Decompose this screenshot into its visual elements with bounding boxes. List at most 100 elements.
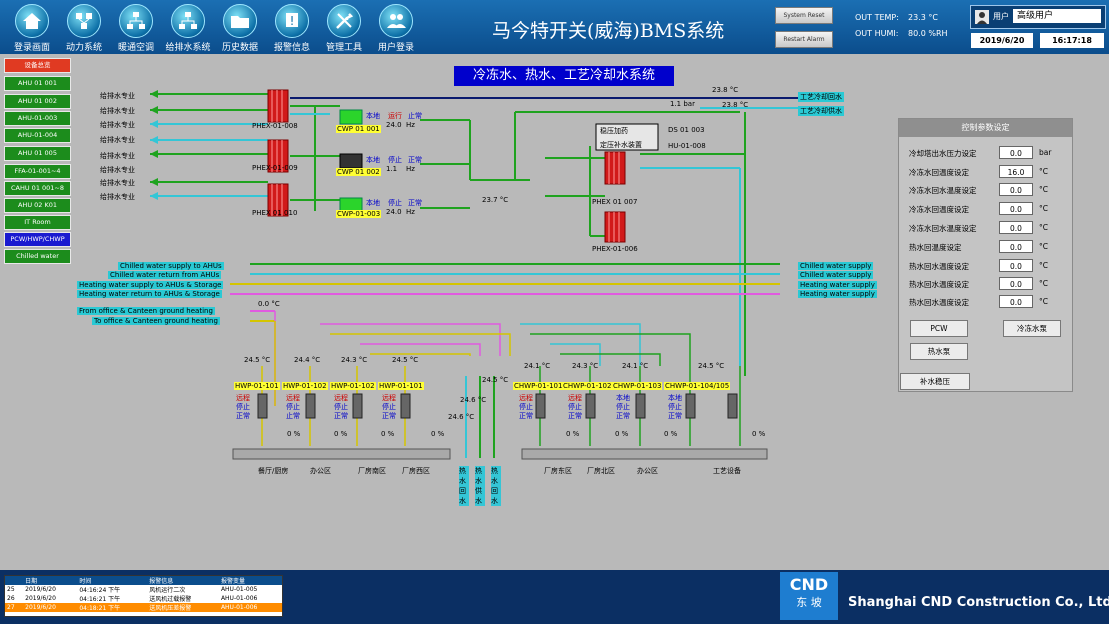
app-title: 马今特开关(威海)BMS系统 (492, 20, 725, 42)
zone-label: 厂房南区 (358, 467, 386, 475)
cwp-value: 24.0 (386, 208, 402, 216)
chwp-temp: 24.1 °C (524, 362, 551, 370)
line-label-chw-supply-right: Chilled water supply (798, 262, 874, 270)
table-row[interactable]: 26 2019/6/20 04:16:21 下午 送风机过载报警 AHU-01-… (5, 594, 282, 603)
hwp-id[interactable]: HWP-01-102 (282, 382, 328, 390)
office-temp: 0.0 °C (258, 300, 280, 308)
makeup-pressure-button[interactable]: 补水稳压 (900, 373, 970, 390)
cwp-value: 24.0 (386, 121, 402, 129)
nav-user-login[interactable]: 用户登录 (370, 2, 422, 53)
cwp-mode: 本地 (366, 112, 380, 120)
setting-label: 冷冻水回水温度设定 (909, 224, 977, 233)
chwp-pct: 0 % (664, 430, 678, 438)
table-row[interactable]: 25 2019/6/20 04:16:24 下午 风机运行二次 AHU-01-0… (5, 585, 282, 594)
cwp-unit: Hz (406, 208, 415, 216)
zone-label: 办公区 (310, 467, 331, 475)
hwp-id[interactable]: HWP-01-102 (330, 382, 376, 390)
line-label-hw-return: Heating water return to AHUs & Storage (77, 290, 222, 298)
setting-value[interactable]: 0.0 (999, 221, 1033, 234)
nav-hvac[interactable]: 暖通空调 (110, 2, 162, 53)
setting-label: 冷却塔出水压力设定 (909, 149, 977, 158)
zone-label: 餐厅/厨房 (258, 467, 289, 475)
hot-water-pump-button[interactable]: 热水泵 (910, 343, 968, 360)
cwp-id[interactable]: CWP-01-003 (336, 210, 382, 218)
setting-unit: °C (1039, 185, 1048, 194)
nav-power-system[interactable]: 动力系统 (58, 2, 110, 53)
user-box[interactable]: 用户 高级用户 (970, 5, 1106, 29)
out-humi-value: 80.0 %RH (908, 29, 948, 38)
nav-alarm-info[interactable]: ! 报警信息 (266, 2, 318, 53)
chwp-id[interactable]: CHWP-01-103 (612, 382, 663, 390)
ds-id2: HU-01-008 (668, 142, 706, 150)
zone-label: 厂房北区 (587, 467, 615, 475)
cwp-state: 停止 (388, 156, 402, 164)
chwp-pct: 0 % (566, 430, 580, 438)
cwp-unit: Hz (406, 121, 415, 129)
alarm-table[interactable]: 日期 时间 报警信息 报警变量 25 2019/6/20 04:16:24 下午… (4, 575, 283, 617)
cwp-mode: 本地 (366, 156, 380, 164)
setting-label: 冷冻水回温度设定 (909, 205, 969, 214)
chwp-temp: 24.3 °C (572, 362, 599, 370)
chwp-temp: 24.5 °C (698, 362, 725, 370)
water-system-icon (171, 4, 205, 38)
folder-icon (223, 4, 257, 38)
cwp-id[interactable]: CWP 01 002 (336, 168, 381, 176)
setting-value[interactable]: 0.0 (999, 295, 1033, 308)
line-label-from-office: From office & Canteen ground heating (77, 307, 215, 315)
pcw-button[interactable]: PCW (910, 320, 968, 337)
top-right-pressure: 1.1 bar (670, 100, 695, 108)
hwp-id[interactable]: HWP-01-101 (378, 382, 424, 390)
table-row[interactable]: 27 2019/6/20 04:18:21 下午 送风机压差报警 AHU-01-… (5, 603, 282, 612)
mid-temp: 23.7 °C (482, 196, 509, 204)
setting-label: 冷冻水回水温度设定 (909, 186, 977, 195)
nav-water-system[interactable]: 给排水系统 (162, 2, 214, 53)
setting-unit: °C (1039, 223, 1048, 232)
top-right-temp1: 23.8 °C (712, 86, 739, 94)
cwp-cmd: 止常 (408, 112, 422, 120)
ds-id1: DS 01 003 (668, 126, 705, 134)
hwp-temp: 24.3 °C (341, 356, 368, 364)
setting-value[interactable]: 0.0 (999, 183, 1033, 196)
svg-text:!: ! (290, 14, 295, 28)
hwp-status: 正常 (236, 412, 250, 420)
company-name: Shanghai CND Construction Co., Ltd (848, 595, 1109, 610)
chwp-id[interactable]: CHWP-01-104/105 (664, 382, 731, 390)
user-value: 高级用户 (1013, 9, 1101, 23)
setting-value[interactable]: 16.0 (999, 165, 1033, 178)
phex-label: PHEX 01 007 (592, 198, 638, 206)
chwp-status: 正常 (668, 412, 682, 420)
nav-login-screen[interactable]: 登录画面 (6, 2, 58, 53)
setting-unit: °C (1039, 204, 1048, 213)
system-reset-button[interactable]: System Reset (775, 7, 833, 24)
cwp-value: 1.1 (386, 165, 398, 173)
chwp-id[interactable]: CHWP-01-102 (562, 382, 613, 390)
setting-value[interactable]: 0.0 (999, 240, 1033, 253)
left-line-label: 给排水专业 (100, 193, 135, 201)
cwp-state: 运行 (388, 112, 402, 120)
setting-value[interactable]: 0.0 (999, 259, 1033, 272)
cwp-id[interactable]: CWP 01 001 (336, 125, 381, 133)
chilled-pump-button[interactable]: 冷冻水泵 (1003, 320, 1061, 337)
left-line-label: 给排水专业 (100, 179, 135, 187)
line-label-chw-supply-right: Chilled water supply (798, 271, 874, 279)
setting-value[interactable]: 0.0 (999, 277, 1033, 290)
nav-history-data[interactable]: 历史数据 (214, 2, 266, 53)
hwp-id[interactable]: HWP-01-101 (234, 382, 280, 390)
setting-value[interactable]: 0.0 (999, 202, 1033, 215)
ds-line1: 稳压加药 (600, 127, 628, 135)
restart-alarm-button[interactable]: Restart Alarm (775, 31, 833, 48)
chwp-id[interactable]: CHWP-01-101 (513, 382, 564, 390)
left-line-label: 给排水专业 (100, 107, 135, 115)
alarm-col-header: 报警变量 (220, 578, 245, 585)
settings-header: 控制参数设定 (899, 119, 1072, 137)
nav-management-tools[interactable]: 管理工具 (318, 2, 370, 53)
line-label-chw-return-ahus: Chilled water return from AHUs (108, 271, 222, 279)
hwp-temp: 24.4 °C (294, 356, 321, 364)
hwp-status: 正常 (334, 412, 348, 420)
zone-label: 厂房东区 (544, 467, 572, 475)
setting-unit: °C (1039, 297, 1048, 306)
setting-value[interactable]: 0.0 (999, 146, 1033, 159)
phex-label: PHEX-01-008 (252, 122, 298, 130)
ds-line2: 定压补水装置 (600, 141, 642, 149)
process-cooling-return: 工艺冷却回水 (798, 92, 844, 102)
